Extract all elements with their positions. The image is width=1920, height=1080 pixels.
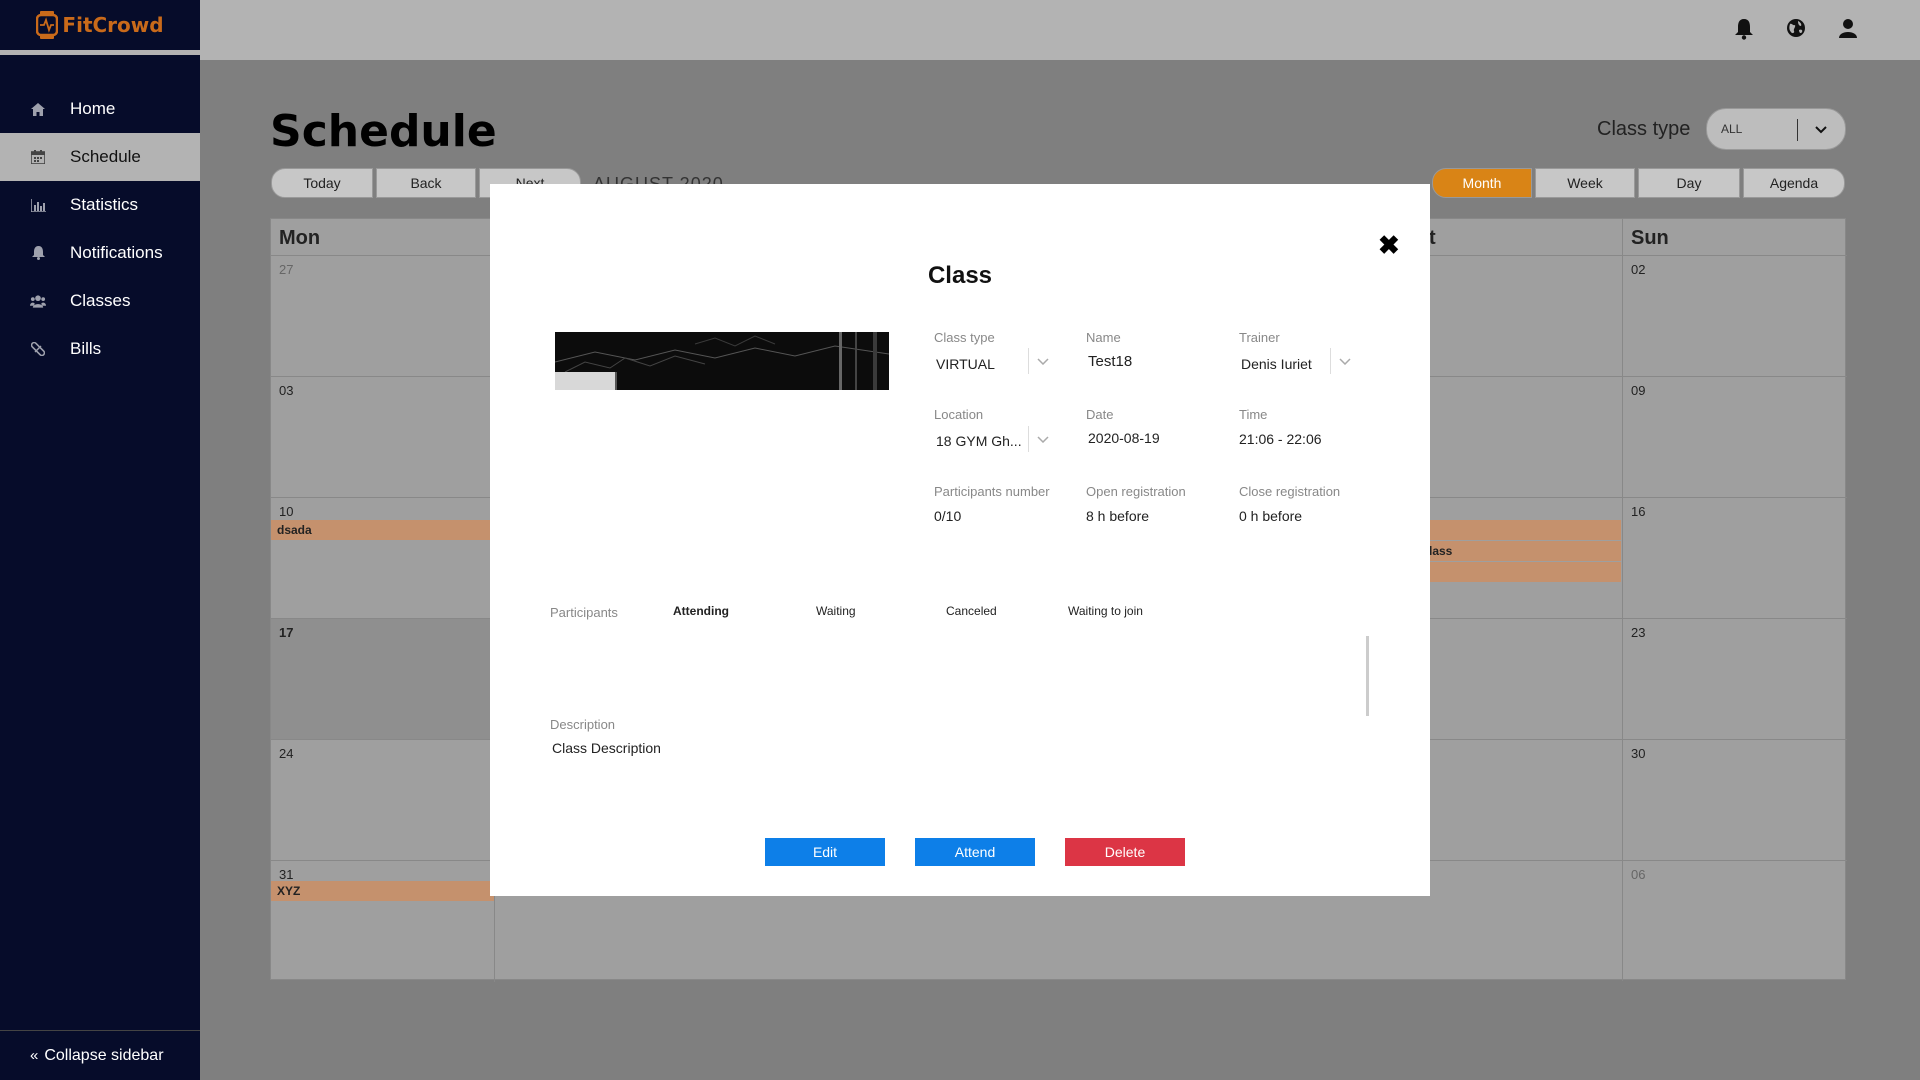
sidebar-item-bills[interactable]: Bills	[0, 325, 200, 373]
bell-icon[interactable]	[1734, 18, 1756, 40]
day-number[interactable]: 10	[279, 504, 293, 519]
sidebar-item-label: Schedule	[70, 147, 141, 166]
chevron-down-icon[interactable]	[1028, 348, 1056, 374]
chevron-down-icon	[1815, 123, 1827, 137]
close-icon[interactable]: ✖	[1378, 230, 1400, 261]
modal-title: Class	[927, 262, 993, 289]
back-button[interactable]: Back	[376, 168, 476, 198]
bell-icon	[30, 245, 46, 261]
day-number[interactable]: 31	[279, 867, 293, 882]
sidebar-item-notifications[interactable]: Notifications	[0, 229, 200, 277]
sidebar-item-label: Classes	[70, 291, 131, 310]
sidebar-item-label: Bills	[70, 339, 102, 358]
chevron-down-icon[interactable]	[1028, 426, 1056, 452]
participants-label: Participants	[550, 605, 618, 620]
class-type-value: ALL	[1721, 122, 1743, 136]
location-value[interactable]: 18 GYM Gh...	[936, 433, 1022, 449]
sidebar-item-classes[interactable]: Classes	[0, 277, 200, 325]
location-label: Location	[934, 407, 984, 422]
name-label: Name	[1086, 330, 1121, 345]
class-type-select[interactable]: ALL	[1706, 108, 1846, 150]
participants-number-label: Participants number	[934, 484, 1050, 499]
watch-logo-icon	[36, 11, 59, 39]
tab-attending[interactable]: Attending	[673, 604, 729, 618]
select-separator	[1797, 119, 1798, 141]
chevron-down-icon[interactable]	[1330, 348, 1358, 374]
app-logo[interactable]: FitCrowd	[0, 0, 200, 55]
weekday-header-sat: t	[1429, 227, 1436, 249]
description-value: Class Description	[552, 740, 661, 756]
class-type-value[interactable]: VIRTUAL	[936, 356, 995, 372]
day-number[interactable]: 03	[279, 383, 293, 398]
sidebar-item-label: Notifications	[70, 243, 163, 262]
participants-scrollbar[interactable]	[1366, 636, 1369, 716]
day-number[interactable]: 27	[279, 262, 293, 277]
close-registration-label: Close registration	[1239, 484, 1341, 499]
day-number[interactable]: 16	[1631, 504, 1645, 519]
view-agenda-button[interactable]: Agenda	[1743, 168, 1845, 198]
sidebar-item-label: Home	[70, 99, 116, 118]
time-label: Time	[1239, 407, 1268, 422]
view-month-button[interactable]: Month	[1432, 168, 1532, 198]
date-field[interactable]: 2020-08-19	[1088, 430, 1160, 446]
trainer-label: Trainer	[1239, 330, 1280, 345]
calendar-event[interactable]: dsada	[271, 520, 491, 540]
participants-number-value: 0/10	[934, 508, 962, 524]
sidebar-nav: Home Schedule Statistics Notifications C…	[0, 85, 200, 373]
time-field[interactable]: 21:06 - 22:06	[1239, 431, 1322, 447]
day-number[interactable]: 06	[1631, 867, 1645, 882]
class-type-label: Class type	[1597, 118, 1691, 140]
pill-icon	[30, 341, 46, 357]
sidebar-item-label: Statistics	[70, 195, 139, 214]
day-number[interactable]: 23	[1631, 625, 1645, 640]
double-chevron-left-icon: «	[30, 1047, 39, 1064]
tab-waiting-to-join[interactable]: Waiting to join	[1068, 604, 1143, 618]
users-icon	[30, 293, 46, 309]
sidebar-item-schedule[interactable]: Schedule	[0, 133, 200, 181]
trainer-value[interactable]: Denis Iuriet	[1241, 356, 1312, 372]
view-day-button[interactable]: Day	[1638, 168, 1740, 198]
sidebar-item-home[interactable]: Home	[0, 85, 200, 133]
tab-waiting[interactable]: Waiting	[816, 604, 856, 618]
day-number[interactable]: 02	[1631, 262, 1645, 277]
today-button[interactable]: Today	[271, 168, 373, 198]
delete-button[interactable]: Delete	[1065, 838, 1185, 866]
topbar	[200, 0, 1920, 60]
home-icon	[30, 101, 46, 117]
class-details-modal: ✖ Class Class type VIRTUAL Name Test18 T…	[490, 184, 1430, 896]
tab-canceled[interactable]: Canceled	[946, 604, 997, 618]
sidebar-item-statistics[interactable]: Statistics	[0, 181, 200, 229]
calendar-event-bar[interactable]	[1423, 520, 1621, 540]
close-registration-value: 0 h before	[1239, 508, 1303, 524]
user-icon[interactable]	[1838, 18, 1860, 40]
app-name: FitCrowd	[62, 13, 164, 37]
globe-icon[interactable]	[1786, 18, 1808, 40]
sidebar: FitCrowd Home Schedule Statistics Notifi…	[0, 0, 200, 1080]
calendar-event-bar[interactable]	[1423, 562, 1621, 582]
today-highlight	[271, 619, 496, 740]
day-number[interactable]: 24	[279, 746, 293, 761]
collapse-label: Collapse sidebar	[44, 1046, 164, 1064]
day-number[interactable]: 09	[1631, 383, 1645, 398]
attend-button[interactable]: Attend	[915, 838, 1035, 866]
class-image	[555, 332, 889, 390]
view-week-button[interactable]: Week	[1535, 168, 1635, 198]
date-label: Date	[1086, 407, 1114, 422]
calendar-event[interactable]: lass	[1423, 541, 1621, 561]
day-number[interactable]: 30	[1631, 746, 1645, 761]
calendar-event[interactable]: XYZ	[271, 881, 494, 901]
open-registration-label: Open registration	[1086, 484, 1186, 499]
weekday-header-sun: Sun	[1631, 227, 1669, 249]
weekday-header-mon: Mon	[279, 227, 321, 249]
collapse-sidebar-button[interactable]: « Collapse sidebar	[0, 1030, 200, 1080]
calendar-icon	[30, 149, 46, 165]
page-title: Schedule	[270, 106, 497, 157]
name-field[interactable]: Test18	[1088, 353, 1132, 370]
open-registration-value: 8 h before	[1086, 508, 1150, 524]
day-number[interactable]: 17	[279, 625, 293, 640]
description-label: Description	[550, 717, 616, 732]
bar-chart-icon	[30, 197, 46, 213]
class-type-label: Class type	[934, 330, 995, 345]
edit-button[interactable]: Edit	[765, 838, 885, 866]
